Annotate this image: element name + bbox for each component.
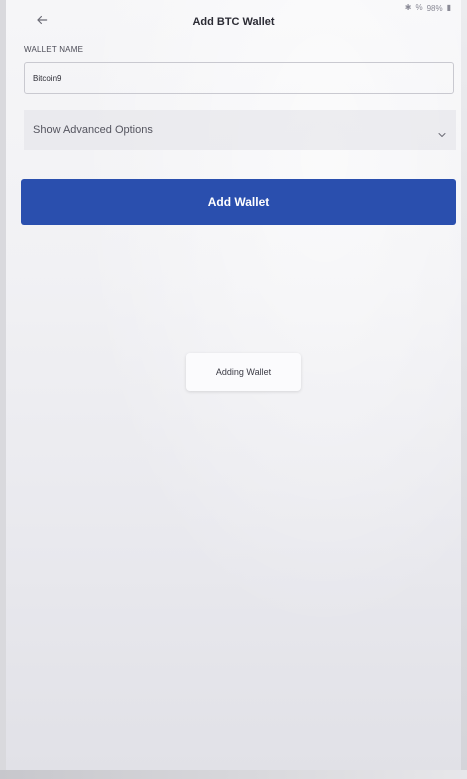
advanced-options-toggle[interactable]: Show Advanced Options xyxy=(24,110,456,150)
app-bar: Add BTC Wallet xyxy=(6,10,461,36)
adding-wallet-toast: Adding Wallet xyxy=(186,353,301,391)
device-right-edge xyxy=(461,0,467,779)
advanced-options-label: Show Advanced Options xyxy=(33,124,153,136)
add-wallet-button[interactable]: Add Wallet xyxy=(21,179,456,225)
wallet-name-input[interactable] xyxy=(24,62,454,94)
device-bottom-edge xyxy=(0,770,467,779)
wallet-name-label: WALLET NAME xyxy=(24,45,84,54)
chevron-down-icon xyxy=(438,133,446,137)
app-screen: ✱ % 98% ▮ Add BTC Wallet WALLET NAME Sho… xyxy=(6,0,461,770)
page-title: Add BTC Wallet xyxy=(192,16,275,28)
toast-message: Adding Wallet xyxy=(215,367,272,377)
